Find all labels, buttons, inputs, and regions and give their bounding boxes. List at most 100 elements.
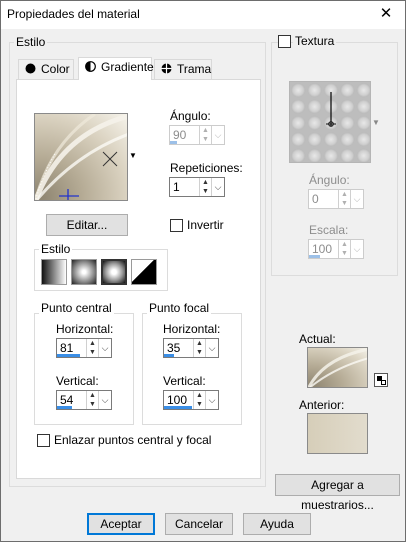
current-gradient-image xyxy=(308,348,367,387)
texture-angle-spin-arrows[interactable]: ▲ ▼ xyxy=(338,190,350,208)
repetitions-spinner[interactable]: 1 ▲ ▼ ⌵ xyxy=(169,177,225,197)
material-properties-dialog: Propiedades del material ✕ Estilo Color … xyxy=(0,0,406,542)
add-to-swatches-button[interactable]: Agregar a muestrarios... xyxy=(275,474,400,512)
tab-color-label: Color xyxy=(41,62,70,76)
spin-up-icon[interactable]: ▲ xyxy=(200,126,211,135)
current-material-swatch xyxy=(307,347,368,388)
cancel-button[interactable]: Cancelar xyxy=(165,513,233,535)
current-label: Actual: xyxy=(299,332,336,346)
center-point-label: Punto central xyxy=(39,301,114,315)
texture-preview[interactable] xyxy=(289,81,371,163)
focal-vertical-dropdown-icon[interactable]: ⌵ xyxy=(205,391,218,409)
tab-pattern-label: Trama xyxy=(177,62,212,76)
focal-horizontal-dropdown-icon[interactable]: ⌵ xyxy=(205,339,218,357)
spin-up-icon[interactable]: ▲ xyxy=(200,178,211,187)
center-horizontal-level-bar xyxy=(57,354,80,357)
link-points-checkbox[interactable] xyxy=(37,434,50,447)
tab-gradient[interactable]: Gradiente xyxy=(78,57,154,80)
spin-down-icon[interactable]: ▼ xyxy=(87,348,98,357)
texture-angle-spinner[interactable]: 0 ▲ ▼ ⌵ xyxy=(308,189,364,209)
angle-label: Ángulo: xyxy=(170,109,211,123)
spin-up-icon[interactable]: ▲ xyxy=(87,339,98,348)
spin-down-icon[interactable]: ▼ xyxy=(200,135,211,144)
previous-material-swatch[interactable] xyxy=(307,413,368,454)
tab-color[interactable]: Color xyxy=(18,59,74,79)
texture-swatch-image xyxy=(290,82,370,162)
focal-vertical-level-bar xyxy=(164,406,192,409)
rectangular-style-button[interactable] xyxy=(71,259,97,285)
center-vertical-value: 54 xyxy=(60,393,74,407)
focal-horizontal-level-bar xyxy=(164,354,174,357)
center-horizontal-label: Horizontal: xyxy=(56,322,114,336)
center-vertical-dropdown-icon[interactable]: ⌵ xyxy=(98,391,111,409)
texture-label: Textura xyxy=(293,34,337,48)
focal-vertical-spin-arrows[interactable]: ▲ ▼ xyxy=(193,391,205,409)
sunburst-style-button[interactable] xyxy=(101,259,127,285)
swap-material-icon[interactable] xyxy=(374,373,388,387)
globe-pattern-icon xyxy=(161,63,172,74)
gradient-style-label: Estilo xyxy=(39,242,73,256)
gradient-dropdown-arrow-icon[interactable]: ▼ xyxy=(129,151,137,160)
repetitions-dropdown-icon[interactable]: ⌵ xyxy=(211,178,224,196)
help-button[interactable]: Ayuda xyxy=(243,513,311,535)
angle-dropdown-icon[interactable]: ⌵ xyxy=(211,126,224,144)
title-bar: Propiedades del material ✕ xyxy=(1,1,405,29)
angle-spin-arrows[interactable]: ▲ ▼ xyxy=(199,126,211,144)
center-vertical-level-bar xyxy=(57,406,72,409)
focal-horizontal-spinner[interactable]: 35 ▲ ▼ ⌵ xyxy=(163,338,219,358)
close-button[interactable]: ✕ xyxy=(367,1,405,29)
spin-up-icon[interactable]: ▲ xyxy=(339,240,350,249)
spin-up-icon[interactable]: ▲ xyxy=(339,190,350,199)
tab-pattern[interactable]: Trama xyxy=(154,59,212,79)
repetitions-spin-arrows[interactable]: ▲ ▼ xyxy=(199,178,211,196)
linear-style-button[interactable] xyxy=(41,259,67,285)
center-vertical-spinner[interactable]: 54 ▲ ▼ ⌵ xyxy=(56,390,112,410)
spin-up-icon[interactable]: ▲ xyxy=(87,391,98,400)
half-circle-icon xyxy=(85,61,96,72)
ok-button[interactable]: Aceptar xyxy=(87,513,155,535)
window-title: Propiedades del material xyxy=(7,7,140,21)
center-vertical-label: Vertical: xyxy=(56,374,99,388)
repetitions-value: 1 xyxy=(173,180,180,194)
invert-checkbox[interactable] xyxy=(170,219,183,232)
texture-checkbox[interactable] xyxy=(278,35,291,48)
center-horizontal-spin-arrows[interactable]: ▲ ▼ xyxy=(86,339,98,357)
texture-angle-dropdown-icon[interactable]: ⌵ xyxy=(350,190,363,208)
focal-horizontal-spin-arrows[interactable]: ▲ ▼ xyxy=(193,339,205,357)
spin-down-icon[interactable]: ▼ xyxy=(194,348,205,357)
texture-dropdown-arrow-icon[interactable]: ▼ xyxy=(372,118,380,127)
texture-scale-level-bar xyxy=(309,255,320,258)
edit-button[interactable]: Editar... xyxy=(46,214,128,236)
previous-label: Anterior: xyxy=(299,398,345,412)
tab-gradient-label: Gradiente xyxy=(101,60,154,74)
texture-scale-spin-arrows[interactable]: ▲ ▼ xyxy=(338,240,350,258)
spin-down-icon[interactable]: ▼ xyxy=(87,400,98,409)
radial-style-button[interactable] xyxy=(131,259,157,285)
texture-scale-dropdown-icon[interactable]: ⌵ xyxy=(350,240,363,258)
center-vertical-spin-arrows[interactable]: ▲ ▼ xyxy=(86,391,98,409)
spin-down-icon[interactable]: ▼ xyxy=(339,199,350,208)
focal-vertical-spinner[interactable]: 100 ▲ ▼ ⌵ xyxy=(163,390,219,410)
texture-angle-label: Ángulo: xyxy=(309,173,350,187)
focal-horizontal-label: Horizontal: xyxy=(163,322,221,336)
invert-label: Invertir xyxy=(187,218,224,232)
angle-level-bar xyxy=(170,141,177,144)
spin-down-icon[interactable]: ▼ xyxy=(200,187,211,196)
texture-scale-spinner[interactable]: 100 ▲ ▼ ⌵ xyxy=(308,239,364,259)
focal-vertical-label: Vertical: xyxy=(163,374,206,388)
gradient-preview[interactable] xyxy=(34,113,128,201)
angle-value: 90 xyxy=(173,128,187,142)
center-horizontal-spinner[interactable]: 81 ▲ ▼ ⌵ xyxy=(56,338,112,358)
gradient-swatch-image xyxy=(35,114,127,200)
focal-point-label: Punto focal xyxy=(147,301,212,315)
spin-up-icon[interactable]: ▲ xyxy=(194,339,205,348)
angle-spinner[interactable]: 90 ▲ ▼ ⌵ xyxy=(169,125,225,145)
spin-up-icon[interactable]: ▲ xyxy=(194,391,205,400)
repetitions-label: Repeticiones: xyxy=(170,161,243,175)
texture-scale-value: 100 xyxy=(312,242,333,256)
spin-down-icon[interactable]: ▼ xyxy=(339,249,350,258)
texture-angle-value: 0 xyxy=(312,192,319,206)
link-points-label: Enlazar puntos central y focal xyxy=(54,433,212,447)
spin-down-icon[interactable]: ▼ xyxy=(194,400,205,409)
center-horizontal-dropdown-icon[interactable]: ⌵ xyxy=(98,339,111,357)
